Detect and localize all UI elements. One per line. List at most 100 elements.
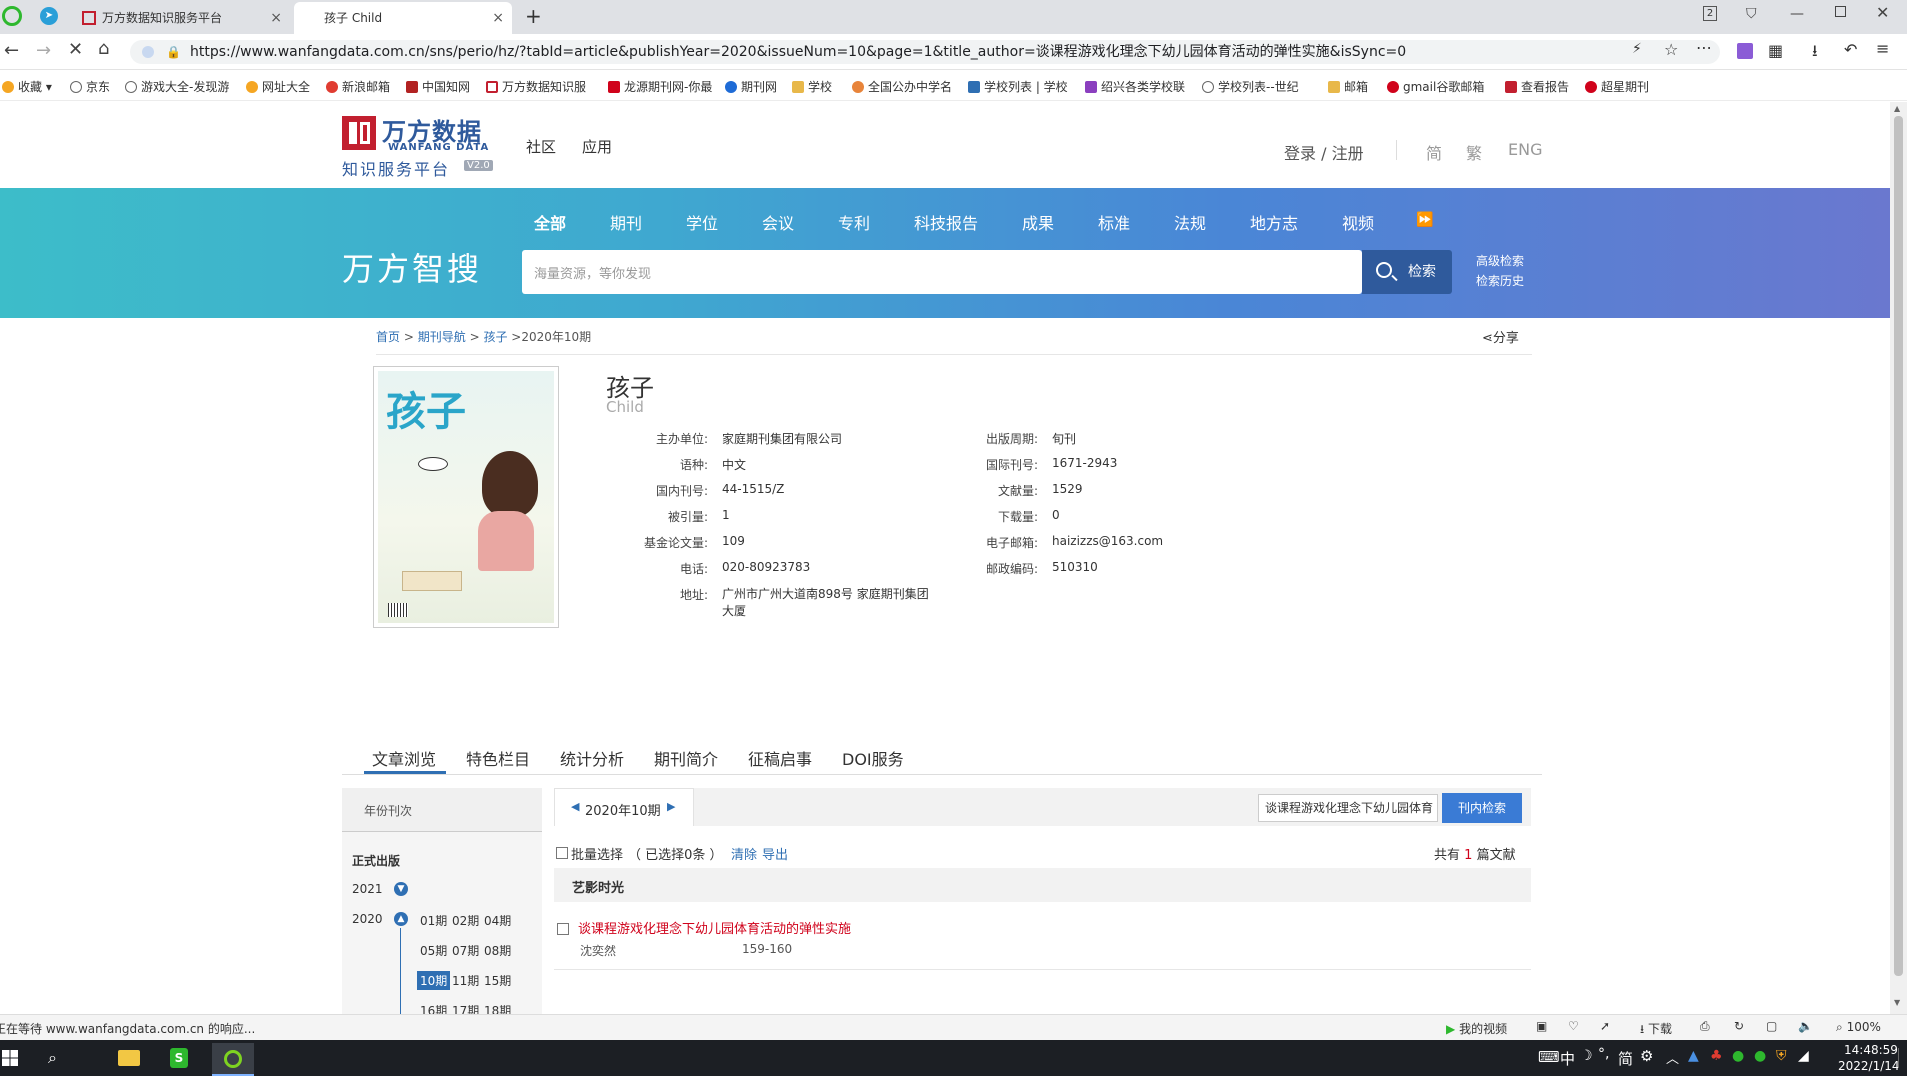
- article-checkbox[interactable]: [557, 923, 569, 935]
- restore-icon[interactable]: [1835, 6, 1846, 17]
- bookmark-item[interactable]: 万方数据知识服: [486, 78, 586, 95]
- bookmark-item[interactable]: 超星期刊: [1585, 78, 1649, 95]
- batch-select-label[interactable]: 批量选择: [571, 844, 623, 863]
- category-tech-report[interactable]: 科技报告: [914, 210, 978, 234]
- tray-app-icon[interactable]: ▲: [1688, 1048, 1699, 1064]
- bookmark-item[interactable]: 绍兴各类学校联: [1085, 78, 1185, 95]
- wechat-icon[interactable]: ●: [1754, 1048, 1766, 1064]
- more-categories-icon[interactable]: ⏩: [1416, 212, 1433, 228]
- category-journal[interactable]: 期刊: [610, 210, 642, 234]
- zoom-button[interactable]: ⌕ 100%: [1836, 1020, 1881, 1035]
- breadcrumb-journal-nav[interactable]: 期刊导航: [418, 330, 466, 344]
- bookmark-item[interactable]: 学校列表--世纪: [1202, 78, 1299, 95]
- tab-journal-intro[interactable]: 期刊简介: [654, 746, 718, 770]
- bookmark-favorites[interactable]: 收藏 ▾: [2, 78, 52, 95]
- in-journal-search-input[interactable]: 谈课程游戏化理念下幼儿园体育: [1258, 794, 1438, 822]
- tab-featured-columns[interactable]: 特色栏目: [466, 746, 530, 770]
- window-icon[interactable]: ▢: [1766, 1019, 1777, 1033]
- issue-link[interactable]: 05期: [420, 942, 447, 959]
- share-button[interactable]: ⋖分享: [1482, 327, 1519, 346]
- lang-english[interactable]: ENG: [1508, 140, 1542, 159]
- ime-mode[interactable]: 简: [1618, 1048, 1633, 1069]
- bookmark-item[interactable]: 查看报告: [1505, 78, 1569, 95]
- advanced-search-link[interactable]: 高级检索: [1476, 252, 1524, 269]
- login-link[interactable]: 登录 / 注册: [1284, 140, 1364, 164]
- issue-link[interactable]: 18期: [484, 1002, 511, 1014]
- category-degree[interactable]: 学位: [686, 210, 718, 234]
- category-all[interactable]: 全部: [534, 210, 566, 234]
- breadcrumb-home[interactable]: 首页: [376, 330, 400, 344]
- search-history-link[interactable]: 检索历史: [1476, 272, 1524, 289]
- clock-time[interactable]: 14:48:59: [1844, 1043, 1898, 1057]
- in-journal-search-button[interactable]: 刊内检索: [1442, 793, 1522, 823]
- menu-icon[interactable]: ≡: [1876, 39, 1889, 58]
- year-2020[interactable]: 2020: [352, 912, 383, 926]
- bookmark-item[interactable]: 期刊网: [725, 78, 777, 95]
- more-icon[interactable]: ⋯: [1696, 38, 1712, 57]
- wechat-icon[interactable]: ●: [1732, 1048, 1744, 1064]
- bookmark-item[interactable]: gmail谷歌邮箱: [1387, 78, 1484, 95]
- site-info-icon[interactable]: [142, 46, 154, 58]
- issue-link[interactable]: 01期: [420, 912, 447, 929]
- bookmark-item[interactable]: 中国知网: [406, 78, 470, 95]
- scrollbar-thumb[interactable]: [1894, 116, 1903, 976]
- collapse-icon[interactable]: ▲: [394, 912, 408, 926]
- skin-icon[interactable]: ⛉: [1746, 6, 1757, 22]
- telegram-icon[interactable]: ➤: [40, 7, 58, 25]
- category-standard[interactable]: 标准: [1098, 210, 1130, 234]
- search-input[interactable]: 海量资源，等你发现: [522, 250, 1362, 294]
- clear-link[interactable]: 清除: [731, 844, 757, 863]
- bookmark-item[interactable]: 新浪邮箱: [326, 78, 390, 95]
- next-issue-icon[interactable]: ▶: [667, 800, 675, 813]
- start-icon[interactable]: [2, 1050, 18, 1066]
- search-icon[interactable]: ⌕: [48, 1048, 57, 1068]
- issue-link-selected[interactable]: 10期: [417, 971, 451, 990]
- tab-count-badge[interactable]: 2: [1703, 6, 1717, 21]
- category-patent[interactable]: 专利: [838, 210, 870, 234]
- issue-link[interactable]: 08期: [484, 942, 511, 959]
- apps-grid-icon[interactable]: ▦: [1768, 41, 1783, 60]
- stop-icon[interactable]: ✕: [68, 39, 83, 60]
- bookmark-item[interactable]: 学校列表 | 学校: [968, 78, 1068, 95]
- issue-link[interactable]: 02期: [452, 912, 479, 929]
- print-icon[interactable]: ⎙: [1700, 1019, 1710, 1034]
- tray-app-icon[interactable]: ♣: [1710, 1048, 1723, 1064]
- network-icon[interactable]: ◢: [1798, 1048, 1809, 1064]
- close-tab-icon[interactable]: ×: [492, 2, 504, 34]
- lightning-icon[interactable]: ⚡: [1632, 41, 1642, 57]
- nav-community[interactable]: 社区: [526, 136, 556, 157]
- moon-icon[interactable]: ☽: [1580, 1048, 1593, 1064]
- notification-icon[interactable]: [1898, 1048, 1904, 1068]
- bookmark-item[interactable]: 龙源期刊网-你最: [608, 78, 712, 95]
- bookmark-item[interactable]: 网址大全: [246, 78, 310, 95]
- tab-article-browse[interactable]: 文章浏览: [372, 746, 436, 770]
- bookmark-item[interactable]: 京东: [70, 78, 110, 95]
- category-achievement[interactable]: 成果: [1022, 210, 1054, 234]
- bookmark-folder[interactable]: 学校: [792, 78, 832, 95]
- refresh-icon[interactable]: ↻: [1734, 1019, 1744, 1033]
- download-icon[interactable]: ⭳: [1812, 40, 1818, 67]
- tab-doi-service[interactable]: DOI服务: [842, 746, 904, 770]
- year-2021[interactable]: 2021: [352, 882, 383, 896]
- tray-expand-icon[interactable]: ︿: [1666, 1048, 1679, 1067]
- new-tab-button[interactable]: +: [525, 4, 542, 28]
- close-window-icon[interactable]: ✕: [1876, 3, 1889, 22]
- file-explorer-icon[interactable]: [118, 1050, 140, 1066]
- forward-icon[interactable]: →: [36, 40, 51, 61]
- issue-link[interactable]: 11期: [452, 972, 479, 989]
- bookmark-folder[interactable]: 邮箱: [1328, 78, 1368, 95]
- site-logo[interactable]: 万方数据 WANFANG DATA 知识服务平台 V2.0: [342, 112, 497, 180]
- back-icon[interactable]: ←: [4, 40, 19, 61]
- home-icon[interactable]: ⌂: [98, 38, 109, 59]
- input-method-icon[interactable]: ⌨: [1538, 1048, 1560, 1066]
- heart-icon[interactable]: ♡: [1568, 1019, 1579, 1033]
- issue-link[interactable]: 04期: [484, 912, 511, 929]
- category-local-chronicle[interactable]: 地方志: [1250, 210, 1298, 234]
- url-field[interactable]: 🔒 https://www.wanfangdata.com.cn/sns/per…: [130, 40, 1720, 64]
- ime-settings-icon[interactable]: ⚙: [1640, 1047, 1653, 1065]
- lang-traditional[interactable]: 繁: [1466, 140, 1482, 164]
- article-title-link[interactable]: 谈课程游戏化理念下幼儿园体育活动的弹性实施: [578, 918, 851, 937]
- clock-date[interactable]: 2022/1/14: [1838, 1059, 1900, 1073]
- scroll-up-icon[interactable]: ▲: [1894, 104, 1900, 113]
- browser-tab[interactable]: 万方数据知识服务平台 ×: [68, 2, 290, 34]
